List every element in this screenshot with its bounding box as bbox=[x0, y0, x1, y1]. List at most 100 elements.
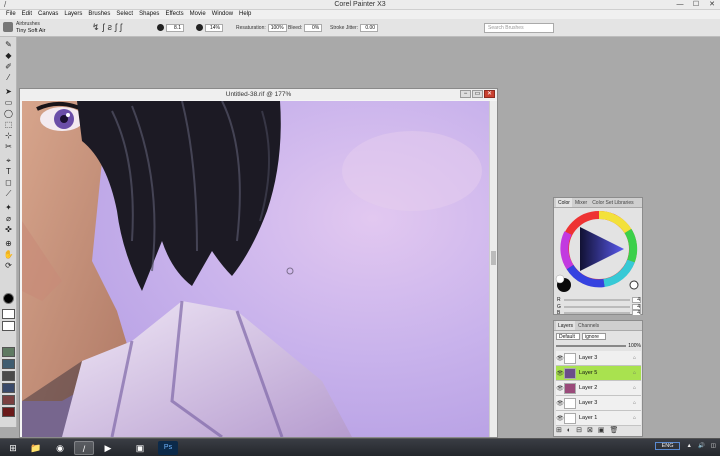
delete-layer-icon[interactable]: 🗑 bbox=[609, 426, 618, 434]
eye-icon[interactable]: 👁 bbox=[556, 400, 564, 407]
lock-icon[interactable]: ⌂ bbox=[633, 415, 641, 421]
eye-icon[interactable]: 👁 bbox=[556, 385, 564, 392]
layer-row[interactable]: 👁 Layer 2 ⌂ bbox=[556, 381, 641, 396]
layer-opacity-slider[interactable] bbox=[556, 344, 627, 347]
oval-select-icon[interactable]: ◯ bbox=[3, 109, 14, 118]
menu-help[interactable]: Help bbox=[236, 10, 254, 19]
blue-slider[interactable] bbox=[564, 312, 630, 314]
stroke-type-icon-3[interactable]: ƨ bbox=[108, 22, 113, 33]
color-wheel[interactable] bbox=[554, 209, 644, 295]
resaturation-input[interactable]: 100% bbox=[267, 23, 287, 32]
eye-icon[interactable]: 👁 bbox=[556, 415, 564, 422]
layer-group-icon[interactable]: ⊟ bbox=[576, 426, 582, 434]
crop-icon[interactable]: ✂ bbox=[3, 142, 14, 151]
paint-bucket-icon[interactable]: ⌀ bbox=[3, 214, 14, 223]
stroke-jitter-input[interactable]: 0.00 bbox=[360, 23, 379, 32]
layer-opacity-value[interactable]: 100% bbox=[628, 343, 641, 349]
painter-taskbar-icon[interactable]: / bbox=[74, 441, 94, 455]
eraser-tool-icon[interactable]: ✐ bbox=[3, 62, 14, 71]
lock-icon[interactable]: ⌂ bbox=[633, 400, 641, 406]
menu-shapes[interactable]: Shapes bbox=[136, 10, 162, 19]
menu-edit[interactable]: Edit bbox=[19, 10, 35, 19]
menu-movie[interactable]: Movie bbox=[187, 10, 209, 19]
firefox-icon[interactable]: ◉ bbox=[50, 441, 70, 455]
search-brushes-input[interactable]: Search Brushes bbox=[484, 23, 554, 33]
grabber-icon[interactable]: ✋ bbox=[3, 250, 14, 259]
paper-swatch-1[interactable] bbox=[2, 309, 15, 319]
lasso-icon[interactable]: ⬚ bbox=[3, 120, 14, 129]
stroke-type-icon-4[interactable]: ʃ bbox=[115, 22, 117, 33]
red-value[interactable]: 4 bbox=[632, 297, 641, 303]
size-input[interactable]: 8.1 bbox=[166, 23, 184, 32]
cloner-icon[interactable]: ✜ bbox=[3, 225, 14, 234]
show-desktop-icon[interactable]: ◫ bbox=[711, 443, 716, 449]
dropper-tool-icon[interactable]: ◆ bbox=[3, 51, 14, 60]
menu-canvas[interactable]: Canvas bbox=[35, 10, 61, 19]
tab-mixer[interactable]: Mixer bbox=[573, 198, 589, 207]
minimize-button[interactable]: — bbox=[672, 0, 688, 10]
photoshop-icon[interactable]: Ps bbox=[158, 441, 178, 455]
start-button-icon[interactable]: ⊞ bbox=[3, 441, 23, 455]
doc-close-button[interactable]: ✕ bbox=[484, 90, 495, 98]
red-slider[interactable] bbox=[564, 299, 630, 301]
shape-selection-icon[interactable]: ⌖ bbox=[3, 156, 14, 165]
layer-row[interactable]: 👁 Layer 1 ⌂ bbox=[556, 411, 641, 426]
rotate-page-icon[interactable]: ⟳ bbox=[3, 261, 14, 270]
blue-value[interactable]: 4 bbox=[632, 310, 641, 316]
menu-file[interactable]: File bbox=[3, 10, 19, 19]
text-tool-icon[interactable]: T bbox=[3, 167, 14, 176]
tab-color-set-libraries[interactable]: Color Set Libraries bbox=[590, 198, 635, 207]
eye-icon[interactable]: 👁 bbox=[556, 355, 564, 362]
tab-layers[interactable]: Layers bbox=[556, 321, 576, 330]
close-button[interactable]: ✕ bbox=[704, 0, 720, 10]
pattern-swatch[interactable] bbox=[2, 371, 15, 381]
stroke-type-icon-1[interactable]: ↯ bbox=[92, 22, 100, 33]
paper-texture-swatch[interactable] bbox=[2, 347, 15, 357]
green-slider[interactable] bbox=[564, 306, 630, 308]
brush-selector[interactable]: Airbrushes Tiny Soft Air bbox=[3, 20, 85, 36]
tray-expand-icon[interactable]: ▲ bbox=[686, 443, 691, 449]
main-color-swatch[interactable] bbox=[3, 293, 14, 304]
new-layer-icon[interactable]: ⊞ bbox=[556, 426, 562, 434]
painting-canvas[interactable] bbox=[22, 101, 489, 437]
magnifier-icon[interactable]: ⊕ bbox=[3, 239, 14, 248]
layer-row[interactable]: 👁 Layer 3 ⌂ bbox=[556, 396, 641, 411]
volume-icon[interactable]: 🔊 bbox=[698, 443, 705, 449]
pen-tool-icon[interactable]: ⁄ bbox=[3, 73, 14, 82]
scrollbar-thumb[interactable] bbox=[491, 251, 496, 265]
stroke-type-icon-2[interactable]: ʃ bbox=[103, 22, 105, 33]
document-vertical-scrollbar[interactable] bbox=[489, 101, 497, 437]
maximize-button[interactable]: ☐ bbox=[688, 0, 704, 10]
file-explorer-icon[interactable]: 📁 bbox=[26, 441, 46, 455]
weave-swatch[interactable] bbox=[2, 407, 15, 417]
rectangle-select-icon[interactable]: ▭ bbox=[3, 98, 14, 107]
stroke-type-icon-5[interactable]: ʃ bbox=[120, 22, 122, 33]
doc-minimize-button[interactable]: − bbox=[460, 90, 471, 98]
layer-adjuster-icon[interactable]: ➤ bbox=[3, 87, 14, 96]
menu-brushes[interactable]: Brushes bbox=[85, 10, 113, 19]
layer-row-selected[interactable]: 👁 Layer 5 ⌂ bbox=[556, 366, 641, 381]
lock-icon[interactable]: ⌂ bbox=[633, 385, 641, 391]
paper-swatch-2[interactable] bbox=[2, 321, 15, 331]
doc-maximize-button[interactable]: ▭ bbox=[472, 90, 483, 98]
eye-icon[interactable]: 👁 bbox=[556, 370, 564, 377]
menu-effects[interactable]: Effects bbox=[162, 10, 186, 19]
bleed-input[interactable]: 0% bbox=[304, 23, 323, 32]
menu-select[interactable]: Select bbox=[113, 10, 136, 19]
menu-window[interactable]: Window bbox=[209, 10, 236, 19]
opacity-input[interactable]: 14% bbox=[205, 23, 223, 32]
layer-attributes-icon[interactable]: ▣ bbox=[598, 426, 605, 434]
language-indicator[interactable]: ENG bbox=[654, 442, 681, 450]
app-window-icon[interactable]: ▣ bbox=[130, 441, 150, 455]
composite-method-select[interactable]: Default bbox=[556, 333, 580, 340]
media-player-icon[interactable]: ▶ bbox=[98, 441, 118, 455]
brush-tool-icon[interactable]: ✎ bbox=[3, 40, 14, 49]
dynamic-plugin-icon[interactable]: ⊠ bbox=[587, 426, 593, 434]
lock-icon[interactable]: ⌂ bbox=[633, 355, 641, 361]
magic-wand-icon[interactable]: ✦ bbox=[3, 203, 14, 212]
blend-mode-select[interactable]: ignore bbox=[582, 333, 606, 340]
lock-icon[interactable]: ⌂ bbox=[633, 370, 641, 376]
layer-mask-icon[interactable]: ◐ bbox=[567, 427, 571, 434]
rectangle-shape-icon[interactable]: ◻ bbox=[3, 178, 14, 187]
transform-icon[interactable]: ⊹ bbox=[3, 131, 14, 140]
